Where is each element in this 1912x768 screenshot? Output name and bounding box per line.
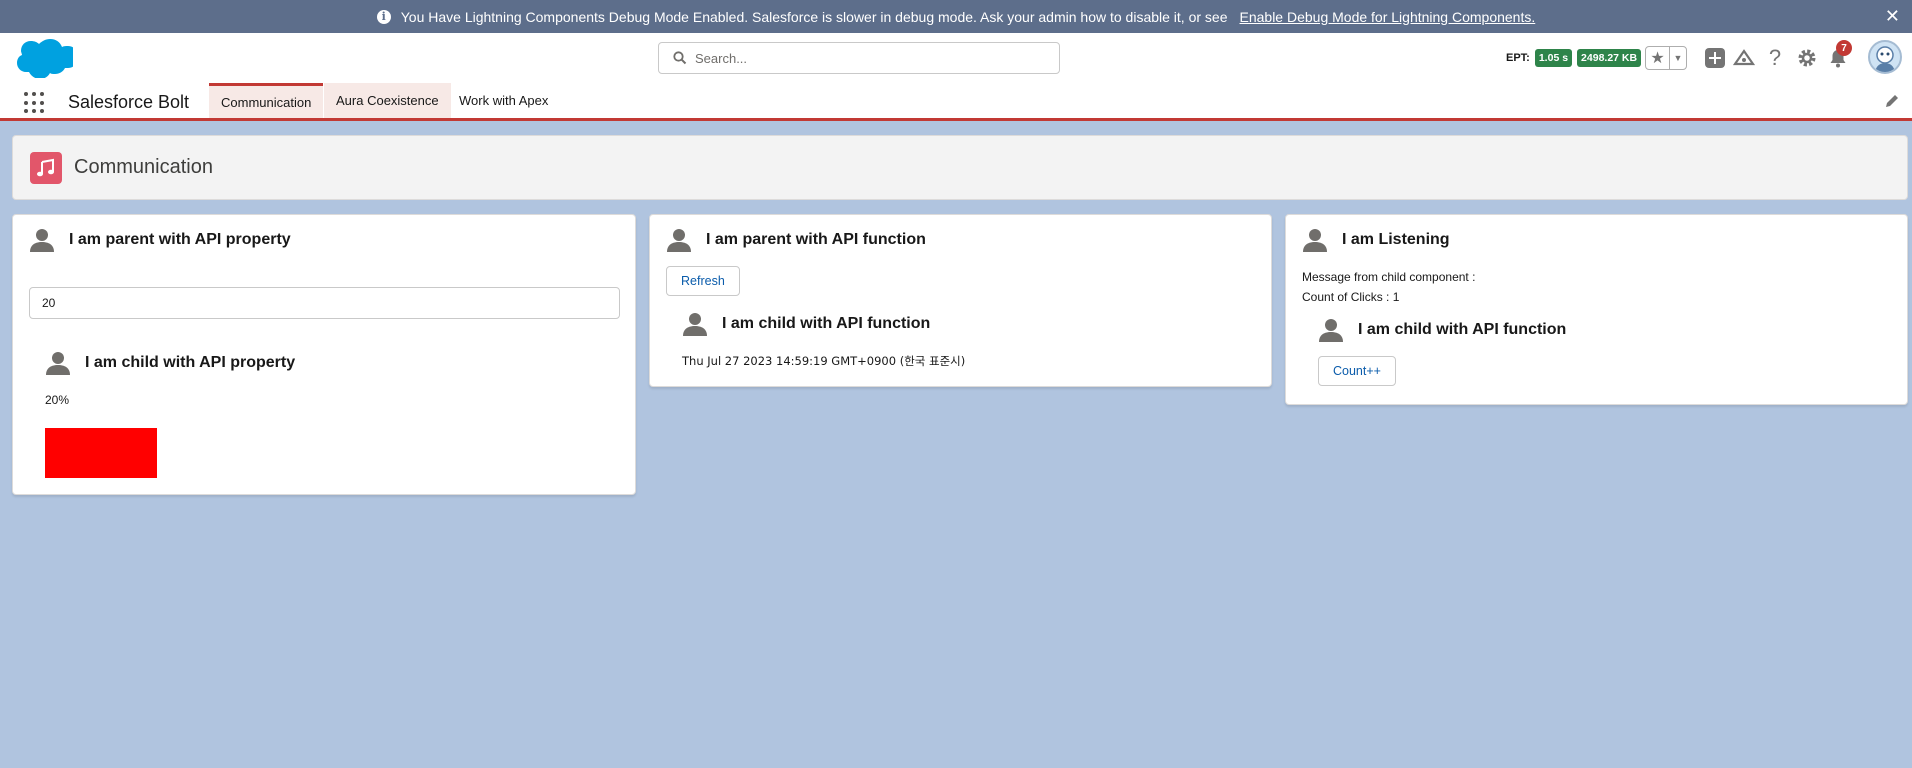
refresh-button-label: Refresh xyxy=(681,274,725,288)
card-header: I am Listening xyxy=(1302,227,1450,253)
global-search-input[interactable]: Search... xyxy=(658,42,1060,74)
info-icon: i xyxy=(376,9,391,24)
parent-api-property-card: I am parent with API property 20 I am ch… xyxy=(12,214,636,495)
page-title: Communication xyxy=(74,156,213,178)
user-icon xyxy=(667,229,691,252)
user-icon xyxy=(30,229,54,252)
child-title: I am child with API function xyxy=(722,315,931,332)
add-icon[interactable] xyxy=(1703,46,1727,70)
listening-card: I am Listening Message from child compon… xyxy=(1285,214,1908,405)
ept-label: EPT: xyxy=(1506,52,1530,64)
card-title: I am Listening xyxy=(1342,231,1450,248)
pencil-icon[interactable] xyxy=(1884,93,1900,109)
app-launcher-icon[interactable] xyxy=(24,92,46,114)
gear-icon[interactable] xyxy=(1795,46,1819,70)
refresh-button[interactable]: Refresh xyxy=(666,266,740,296)
close-icon[interactable]: ✕ xyxy=(1885,7,1900,25)
debug-banner-message: You Have Lightning Components Debug Mode… xyxy=(400,8,1228,25)
tab-communication[interactable]: Communication xyxy=(209,83,324,118)
card-title: I am parent with API property xyxy=(69,231,291,248)
tab-work-with-apex[interactable]: Work with Apex xyxy=(447,83,560,118)
user-icon xyxy=(683,313,707,336)
child-title: I am child with API property xyxy=(85,354,296,371)
user-icon xyxy=(1303,229,1327,252)
ept-time-badge: 1.05 s xyxy=(1534,49,1573,67)
chevron-down-icon[interactable]: ▼ xyxy=(1670,47,1686,69)
user-icon xyxy=(46,352,70,375)
percentage-input[interactable]: 20 xyxy=(29,287,620,319)
music-note-icon xyxy=(30,151,62,184)
progress-box xyxy=(45,428,157,478)
salesforce-logo[interactable] xyxy=(15,38,73,78)
star-icon[interactable]: ★ xyxy=(1646,47,1670,69)
count-button-label: Count++ xyxy=(1333,364,1381,378)
help-icon[interactable]: ? xyxy=(1763,45,1787,70)
percent-text: 20% xyxy=(45,393,70,407)
page-header: Communication xyxy=(12,135,1908,200)
favorites-group: ★ ▼ xyxy=(1645,46,1687,70)
ept-size-badge: 2498.27 KB xyxy=(1577,49,1642,67)
debug-mode-banner: i You Have Lightning Components Debug Mo… xyxy=(0,0,1912,33)
child-header: I am child with API property xyxy=(45,350,295,376)
child-title: I am child with API function xyxy=(1358,321,1567,338)
card-header: I am parent with API property xyxy=(29,227,291,253)
count-of-clicks: Count of Clicks : 1 xyxy=(1302,290,1400,304)
avatar[interactable] xyxy=(1868,40,1902,74)
enable-debug-mode-link[interactable]: Enable Debug Mode for Lightning Componen… xyxy=(1240,9,1536,25)
ept-indicator: EPT: 1.05 s 2498.27 KB xyxy=(1506,49,1642,67)
tab-aura-coexistence[interactable]: Aura Coexistence xyxy=(324,83,451,118)
app-navigation-bar: Salesforce Bolt Communication Aura Coexi… xyxy=(0,83,1912,121)
message-line: Message from child component : xyxy=(1302,270,1476,284)
trailhead-icon[interactable] xyxy=(1732,46,1756,70)
child-header: I am child with API function xyxy=(682,311,930,337)
notification-count-badge: 7 xyxy=(1836,40,1852,56)
user-icon xyxy=(1319,319,1343,342)
global-header: Search... EPT: 1.05 s 2498.27 KB ★ ▼ ? 7 xyxy=(0,33,1912,83)
timestamp-text: Thu Jul 27 2023 14:59:19 GMT+0900 (한국 표준… xyxy=(682,354,966,368)
tab-label: Communication xyxy=(221,94,312,110)
percentage-input-value: 20 xyxy=(42,296,56,310)
tab-label: Work with Apex xyxy=(459,93,549,108)
search-placeholder: Search... xyxy=(695,50,748,66)
count-increment-button[interactable]: Count++ xyxy=(1318,356,1396,386)
search-icon xyxy=(673,51,687,65)
tab-label: Aura Coexistence xyxy=(336,93,439,108)
parent-api-function-card: I am parent with API function Refresh I … xyxy=(649,214,1272,387)
child-header: I am child with API function xyxy=(1318,317,1566,343)
card-header: I am parent with API function xyxy=(666,227,926,253)
app-name: Salesforce Bolt xyxy=(68,92,190,112)
card-title: I am parent with API function xyxy=(706,231,926,248)
